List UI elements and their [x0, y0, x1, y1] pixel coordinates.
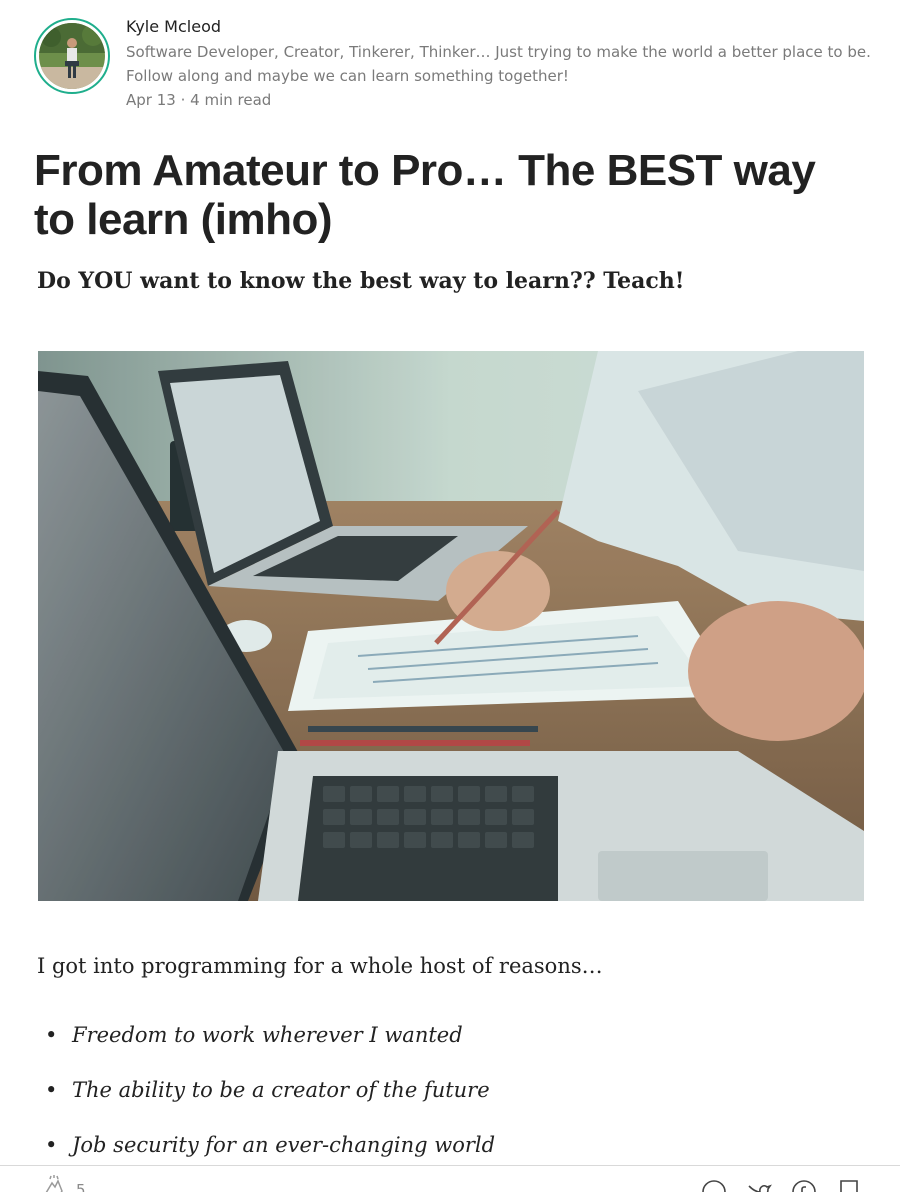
list-item-text: Job security for an ever-changing world: [72, 1133, 496, 1157]
article-title: From Amateur to Pro… The BEST way to lea…: [34, 146, 816, 244]
article-subtitle: Do YOU want to know the best way to lear…: [37, 268, 685, 294]
hero-image: [38, 351, 864, 901]
avatar-photo: [39, 23, 105, 89]
bullet: •: [45, 1023, 58, 1047]
post-meta: Apr 13 · 4 min read: [126, 88, 876, 112]
facebook-icon[interactable]: [790, 1178, 818, 1192]
read-time: 4 min read: [190, 91, 272, 109]
author-bio: Software Developer, Creator, Tinkerer, T…: [126, 43, 871, 85]
list-item: • Freedom to work wherever I wanted: [37, 1016, 857, 1071]
list-item-text: Freedom to work wherever I wanted: [72, 1023, 463, 1047]
intro-paragraph: I got into programming for a whole host …: [37, 954, 603, 978]
clap-icon[interactable]: [40, 1175, 68, 1192]
author-avatar[interactable]: [34, 18, 110, 94]
clap-count: 5: [76, 1181, 86, 1192]
twitter-icon[interactable]: [745, 1178, 773, 1192]
reasons-list: • Freedom to work wherever I wanted • Th…: [37, 1016, 857, 1181]
post-date: Apr 13: [126, 91, 176, 109]
list-item: • The ability to be a creator of the fut…: [37, 1071, 857, 1126]
bullet: •: [45, 1133, 58, 1157]
list-item-text: The ability to be a creator of the futur…: [72, 1078, 490, 1102]
author-meta: Kyle Mcleod Software Developer, Creator,…: [126, 14, 876, 112]
meta-separator: ·: [180, 91, 186, 109]
bullet: •: [45, 1078, 58, 1102]
action-bar: 5: [0, 1165, 900, 1192]
bookmark-icon[interactable]: [835, 1178, 863, 1192]
author-name[interactable]: Kyle Mcleod: [126, 14, 221, 40]
response-icon[interactable]: [700, 1178, 728, 1192]
